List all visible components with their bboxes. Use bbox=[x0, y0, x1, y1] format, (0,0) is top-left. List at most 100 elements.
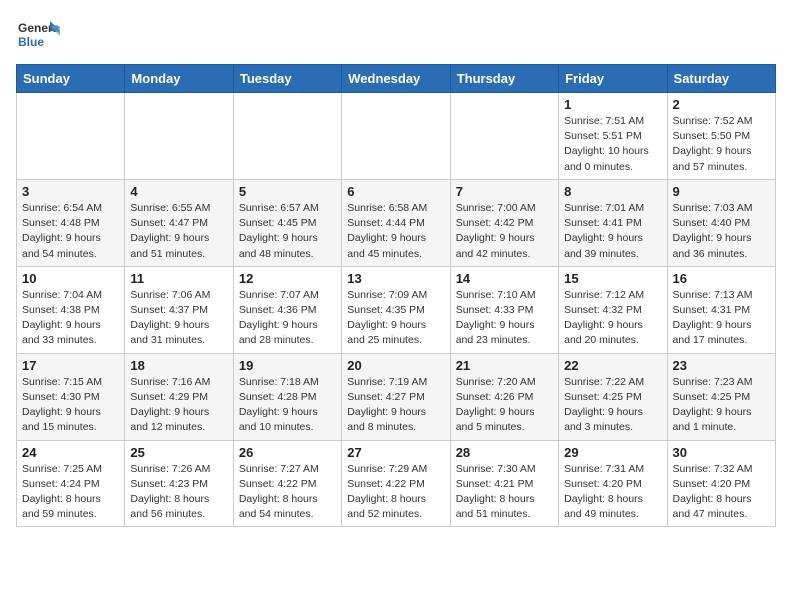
calendar-cell: 15 Sunrise: 7:12 AM Sunset: 4:32 PM Dayli… bbox=[559, 266, 667, 353]
day-info: Sunrise: 7:23 AM Sunset: 4:25 PM Dayligh… bbox=[673, 375, 770, 436]
day-info: Sunrise: 7:12 AM Sunset: 4:32 PM Dayligh… bbox=[564, 288, 661, 349]
calendar-header-tuesday: Tuesday bbox=[233, 65, 341, 93]
day-number: 28 bbox=[456, 445, 553, 460]
day-info: Sunrise: 7:26 AM Sunset: 4:23 PM Dayligh… bbox=[130, 462, 227, 523]
logo-icon: General Blue bbox=[16, 16, 60, 56]
day-info: Sunrise: 7:52 AM Sunset: 5:50 PM Dayligh… bbox=[673, 114, 770, 175]
day-info: Sunrise: 6:55 AM Sunset: 4:47 PM Dayligh… bbox=[130, 201, 227, 262]
day-info: Sunrise: 7:31 AM Sunset: 4:20 PM Dayligh… bbox=[564, 462, 661, 523]
day-number: 16 bbox=[673, 271, 770, 286]
calendar-header-friday: Friday bbox=[559, 65, 667, 93]
day-number: 19 bbox=[239, 358, 336, 373]
day-number: 25 bbox=[130, 445, 227, 460]
day-number: 7 bbox=[456, 184, 553, 199]
day-number: 22 bbox=[564, 358, 661, 373]
page: General Blue SundayMondayTuesdayWednesda… bbox=[0, 0, 792, 543]
day-info: Sunrise: 7:19 AM Sunset: 4:27 PM Dayligh… bbox=[347, 375, 444, 436]
calendar-cell: 23 Sunrise: 7:23 AM Sunset: 4:25 PM Dayli… bbox=[667, 353, 775, 440]
day-info: Sunrise: 7:51 AM Sunset: 5:51 PM Dayligh… bbox=[564, 114, 661, 175]
calendar-header-thursday: Thursday bbox=[450, 65, 558, 93]
calendar-cell: 24 Sunrise: 7:25 AM Sunset: 4:24 PM Dayli… bbox=[17, 440, 125, 527]
calendar-cell: 25 Sunrise: 7:26 AM Sunset: 4:23 PM Dayli… bbox=[125, 440, 233, 527]
calendar-cell: 14 Sunrise: 7:10 AM Sunset: 4:33 PM Dayli… bbox=[450, 266, 558, 353]
calendar-week-2: 10 Sunrise: 7:04 AM Sunset: 4:38 PM Dayli… bbox=[17, 266, 776, 353]
day-number: 29 bbox=[564, 445, 661, 460]
svg-text:Blue: Blue bbox=[18, 35, 44, 49]
calendar-cell: 18 Sunrise: 7:16 AM Sunset: 4:29 PM Dayli… bbox=[125, 353, 233, 440]
day-number: 15 bbox=[564, 271, 661, 286]
calendar-cell: 4Sunrise: 6:55 AM Sunset: 4:47 PM Daylig… bbox=[125, 179, 233, 266]
day-number: 23 bbox=[673, 358, 770, 373]
day-number: 17 bbox=[22, 358, 119, 373]
day-number: 21 bbox=[456, 358, 553, 373]
calendar-week-3: 17 Sunrise: 7:15 AM Sunset: 4:30 PM Dayli… bbox=[17, 353, 776, 440]
calendar-header-wednesday: Wednesday bbox=[342, 65, 450, 93]
day-number: 11 bbox=[130, 271, 227, 286]
calendar-cell: 30 Sunrise: 7:32 AM Sunset: 4:20 PM Dayli… bbox=[667, 440, 775, 527]
day-info: Sunrise: 7:09 AM Sunset: 4:35 PM Dayligh… bbox=[347, 288, 444, 349]
day-number: 8 bbox=[564, 184, 661, 199]
day-number: 9 bbox=[673, 184, 770, 199]
day-info: Sunrise: 7:15 AM Sunset: 4:30 PM Dayligh… bbox=[22, 375, 119, 436]
calendar-cell: 19 Sunrise: 7:18 AM Sunset: 4:28 PM Dayli… bbox=[233, 353, 341, 440]
day-info: Sunrise: 7:29 AM Sunset: 4:22 PM Dayligh… bbox=[347, 462, 444, 523]
calendar-cell: 8 Sunrise: 7:01 AM Sunset: 4:41 PM Daylig… bbox=[559, 179, 667, 266]
calendar-cell bbox=[125, 93, 233, 180]
calendar-cell: 27 Sunrise: 7:29 AM Sunset: 4:22 PM Dayli… bbox=[342, 440, 450, 527]
calendar-header-monday: Monday bbox=[125, 65, 233, 93]
calendar-cell: 29 Sunrise: 7:31 AM Sunset: 4:20 PM Dayli… bbox=[559, 440, 667, 527]
calendar-cell: 11Sunrise: 7:06 AM Sunset: 4:37 PM Dayli… bbox=[125, 266, 233, 353]
calendar-cell bbox=[233, 93, 341, 180]
day-info: Sunrise: 7:13 AM Sunset: 4:31 PM Dayligh… bbox=[673, 288, 770, 349]
calendar-week-1: 3Sunrise: 6:54 AM Sunset: 4:48 PM Daylig… bbox=[17, 179, 776, 266]
calendar-header-row: SundayMondayTuesdayWednesdayThursdayFrid… bbox=[17, 65, 776, 93]
calendar-cell: 10 Sunrise: 7:04 AM Sunset: 4:38 PM Dayli… bbox=[17, 266, 125, 353]
day-info: Sunrise: 7:25 AM Sunset: 4:24 PM Dayligh… bbox=[22, 462, 119, 523]
calendar-cell: 5Sunrise: 6:57 AM Sunset: 4:45 PM Daylig… bbox=[233, 179, 341, 266]
calendar-cell: 22 Sunrise: 7:22 AM Sunset: 4:25 PM Dayli… bbox=[559, 353, 667, 440]
calendar-header-saturday: Saturday bbox=[667, 65, 775, 93]
calendar-cell: 9 Sunrise: 7:03 AM Sunset: 4:40 PM Daylig… bbox=[667, 179, 775, 266]
calendar-header-sunday: Sunday bbox=[17, 65, 125, 93]
day-number: 14 bbox=[456, 271, 553, 286]
day-number: 27 bbox=[347, 445, 444, 460]
day-info: Sunrise: 7:01 AM Sunset: 4:41 PM Dayligh… bbox=[564, 201, 661, 262]
calendar-cell bbox=[450, 93, 558, 180]
day-number: 20 bbox=[347, 358, 444, 373]
day-info: Sunrise: 7:00 AM Sunset: 4:42 PM Dayligh… bbox=[456, 201, 553, 262]
day-number: 1 bbox=[564, 97, 661, 112]
day-info: Sunrise: 7:18 AM Sunset: 4:28 PM Dayligh… bbox=[239, 375, 336, 436]
calendar-cell bbox=[17, 93, 125, 180]
day-info: Sunrise: 7:27 AM Sunset: 4:22 PM Dayligh… bbox=[239, 462, 336, 523]
day-number: 3 bbox=[22, 184, 119, 199]
day-number: 13 bbox=[347, 271, 444, 286]
day-info: Sunrise: 7:04 AM Sunset: 4:38 PM Dayligh… bbox=[22, 288, 119, 349]
calendar-cell: 20 Sunrise: 7:19 AM Sunset: 4:27 PM Dayli… bbox=[342, 353, 450, 440]
day-info: Sunrise: 7:20 AM Sunset: 4:26 PM Dayligh… bbox=[456, 375, 553, 436]
day-info: Sunrise: 7:03 AM Sunset: 4:40 PM Dayligh… bbox=[673, 201, 770, 262]
day-info: Sunrise: 7:32 AM Sunset: 4:20 PM Dayligh… bbox=[673, 462, 770, 523]
calendar-week-0: 1 Sunrise: 7:51 AM Sunset: 5:51 PM Daylig… bbox=[17, 93, 776, 180]
day-info: Sunrise: 7:07 AM Sunset: 4:36 PM Dayligh… bbox=[239, 288, 336, 349]
calendar-cell: 28 Sunrise: 7:30 AM Sunset: 4:21 PM Dayli… bbox=[450, 440, 558, 527]
day-number: 5 bbox=[239, 184, 336, 199]
day-number: 30 bbox=[673, 445, 770, 460]
calendar-cell: 13 Sunrise: 7:09 AM Sunset: 4:35 PM Dayli… bbox=[342, 266, 450, 353]
calendar-cell: 21 Sunrise: 7:20 AM Sunset: 4:26 PM Dayli… bbox=[450, 353, 558, 440]
calendar-cell: 12Sunrise: 7:07 AM Sunset: 4:36 PM Dayli… bbox=[233, 266, 341, 353]
day-number: 24 bbox=[22, 445, 119, 460]
day-info: Sunrise: 7:10 AM Sunset: 4:33 PM Dayligh… bbox=[456, 288, 553, 349]
day-info: Sunrise: 7:30 AM Sunset: 4:21 PM Dayligh… bbox=[456, 462, 553, 523]
day-info: Sunrise: 7:22 AM Sunset: 4:25 PM Dayligh… bbox=[564, 375, 661, 436]
day-info: Sunrise: 7:16 AM Sunset: 4:29 PM Dayligh… bbox=[130, 375, 227, 436]
day-number: 18 bbox=[130, 358, 227, 373]
day-number: 2 bbox=[673, 97, 770, 112]
day-number: 10 bbox=[22, 271, 119, 286]
logo: General Blue bbox=[16, 16, 60, 56]
header: General Blue bbox=[16, 16, 776, 56]
day-number: 6 bbox=[347, 184, 444, 199]
calendar-week-4: 24 Sunrise: 7:25 AM Sunset: 4:24 PM Dayli… bbox=[17, 440, 776, 527]
calendar-cell: 6 Sunrise: 6:58 AM Sunset: 4:44 PM Daylig… bbox=[342, 179, 450, 266]
day-info: Sunrise: 6:58 AM Sunset: 4:44 PM Dayligh… bbox=[347, 201, 444, 262]
calendar-cell: 7 Sunrise: 7:00 AM Sunset: 4:42 PM Daylig… bbox=[450, 179, 558, 266]
